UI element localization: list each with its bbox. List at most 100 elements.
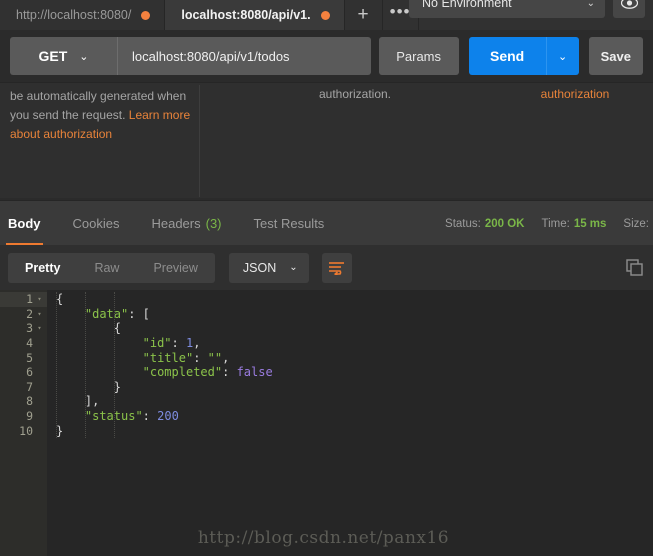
code-token-key: "completed" [142,365,223,380]
code-token-punc: } [113,379,121,394]
authorization-help-left: be automatically generated when you send… [10,87,192,144]
code-token-num: 200 [157,409,179,424]
code-token-key: "data" [84,306,129,321]
line-number-value: 8 [26,394,33,409]
code-token-punc: : [142,409,158,424]
code-token-punc: { [56,292,64,307]
code-token-punc: : [ [128,306,150,321]
response-tab-headers[interactable]: Headers (3) [151,201,221,246]
wrap-lines-button[interactable] [321,252,352,283]
response-status-label: Status: [445,217,481,230]
editor-code-line: "data": [ [47,307,653,322]
code-token-punc: ], [84,394,100,409]
response-tab-bar: Body Cookies Headers (3) Test Results St… [0,200,653,246]
line-number-value: 7 [26,379,33,394]
response-view-mode-group: Pretty Raw Preview [8,252,215,283]
new-tab-button[interactable]: + [345,0,383,30]
http-method-value: GET [38,48,68,64]
fold-arrow-icon[interactable]: ▾ [36,310,43,318]
editor-line-number: 10▾ [0,423,47,438]
line-number-value: 3 [26,321,33,336]
response-time-value: 15 ms [573,217,607,230]
editor-code-line: { [47,321,653,336]
editor-code-line: "id": 1, [47,336,653,351]
params-button[interactable]: Params [378,37,459,75]
code-token-punc: , [222,350,230,365]
response-time-label: Time: [541,217,570,230]
fold-arrow-icon[interactable]: ▾ [36,324,43,332]
response-size: Size: [623,218,649,230]
environment-select-value: No Environment [422,0,512,10]
copy-icon [625,258,643,276]
request-tab-1[interactable]: http://localhost:8080/ [0,0,166,30]
chevron-down-icon: ⌄ [79,50,89,63]
response-tab-body[interactable]: Body [6,201,42,246]
editor-line-number: 4▾ [0,336,47,351]
response-tab-cookies[interactable]: Cookies [73,201,120,246]
code-token-key: "title" [142,350,194,365]
authorization-help-middle: authorization. [318,87,392,101]
view-mode-raw[interactable]: Raw [77,253,136,283]
panel-divider [199,85,200,197]
response-body-editor[interactable]: 1▾2▾3▾4▾5▾6▾7▾8▾9▾10▾ {"data": [{"id": 1… [0,290,653,556]
editor-line-number: 1 ▾ [0,292,47,307]
fold-arrow-icon[interactable]: ▾ [36,295,43,303]
editor-code-line: } [47,380,653,395]
authorization-help-link-right[interactable]: authorization [505,87,645,101]
editor-code-line: "completed": false [47,365,653,380]
response-format-select[interactable]: JSON ⌄ [228,252,309,283]
request-tab-bar: http://localhost:8080/ localhost:8080/ap… [0,0,653,30]
editor-code-line: } [47,423,653,438]
http-method-select[interactable]: GET ⌄ [10,37,118,75]
code-token-punc: : [222,365,237,380]
editor-line-number: 3 ▾ [0,321,47,336]
unsaved-changes-dot [141,10,151,20]
editor-code-area[interactable]: {"data": [{"id": 1, "title": "", "complete… [47,290,653,556]
environment-quick-look-button[interactable] [613,0,645,18]
line-number-value: 4 [26,336,33,351]
watermark-text: http://blog.csdn.net/panx16 [197,528,450,548]
editor-line-number: 2 ▾ [0,307,47,322]
view-mode-pretty[interactable]: Pretty [8,253,77,283]
editor-line-number-gutter: 1▾2▾3▾4▾5▾6▾7▾8▾9▾10▾ [0,290,47,556]
line-number-value: 2 [26,306,33,321]
editor-line-number: 7▾ [0,380,47,395]
code-token-punc: : [171,336,186,351]
eye-icon [620,0,638,9]
view-mode-preview[interactable]: Preview [136,253,214,283]
response-tab-list: Body Cookies Headers (3) Test Results [0,201,356,246]
response-tab-body-label: Body [8,216,41,231]
environment-select[interactable]: No Environment ⌄ [409,0,605,18]
editor-code-line: ], [47,394,653,409]
response-tab-headers-label: Headers [151,216,201,231]
send-button[interactable]: Send [468,37,547,75]
line-number-value: 5 [26,350,33,365]
request-url-input[interactable]: localhost:8080/api/v1/todos [118,37,371,75]
response-view-toolbar: Pretty Raw Preview JSON ⌄ [0,245,653,290]
copy-response-button[interactable] [619,252,649,282]
editor-code-line: "status": 200 [47,409,653,424]
response-tab-test-results[interactable]: Test Results [254,201,325,246]
request-tab-2-label: localhost:8080/api/v1. [181,8,311,22]
response-tab-cookies-label: Cookies [72,216,120,231]
code-token-num: 1 [185,336,194,351]
line-number-value: 10 [19,423,33,438]
code-token-bool: false [236,365,273,380]
response-tab-test-results-label: Test Results [253,216,325,231]
editor-code-line: { [47,292,653,307]
editor-line-number: 8▾ [0,394,47,409]
save-button[interactable]: Save [588,37,643,75]
send-options-button[interactable]: ⌄ [546,37,579,75]
line-number-value: 1 [26,292,33,307]
line-number-value: 6 [26,365,33,380]
authorization-help-panel: be automatically generated when you send… [0,82,653,198]
wrap-lines-icon [329,261,345,275]
editor-code-line: "title": "", [47,350,653,365]
editor-indent-guide [113,292,115,438]
postman-window: http://localhost:8080/ localhost:8080/ap… [0,0,653,556]
request-tab-2[interactable]: localhost:8080/api/v1. [165,0,345,30]
editor-line-number: 6▾ [0,365,47,380]
response-status: Status: 200 OK [445,218,524,230]
response-status-value: 200 OK [484,217,525,230]
chevron-down-icon: ⌄ [289,262,298,273]
